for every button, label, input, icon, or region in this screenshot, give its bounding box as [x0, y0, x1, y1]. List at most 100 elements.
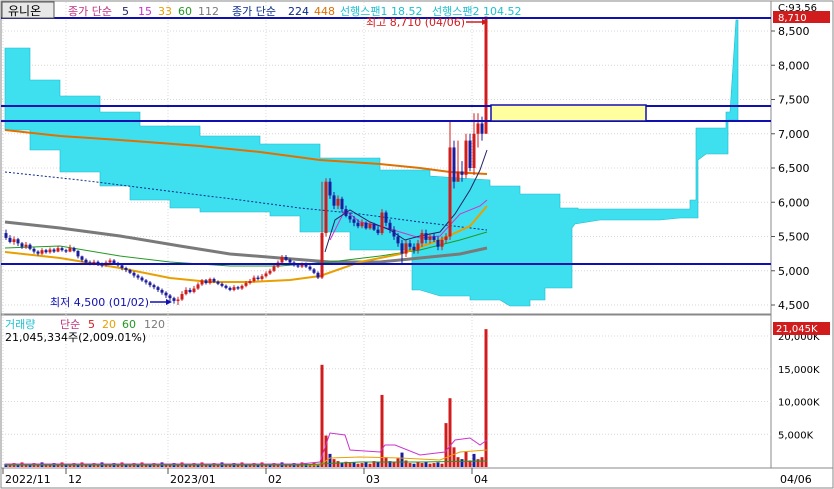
volume-bar[interactable] [484, 329, 488, 467]
volume-bar[interactable] [424, 461, 428, 467]
candle-up[interactable] [428, 236, 432, 240]
volume-bar[interactable] [460, 459, 464, 467]
candle-up[interactable] [368, 224, 372, 229]
volume-bar[interactable] [380, 394, 384, 467]
candle-down[interactable] [164, 292, 168, 296]
candle-up[interactable] [240, 285, 244, 289]
candle-down[interactable] [480, 123, 484, 134]
candle-down[interactable] [156, 287, 160, 290]
candle-up[interactable] [404, 243, 408, 254]
volume-bar[interactable] [452, 447, 456, 467]
candle-down[interactable] [128, 270, 132, 273]
candle-down[interactable] [36, 251, 40, 254]
candle-down[interactable] [172, 298, 176, 301]
candle-down[interactable] [136, 275, 140, 278]
volume-bar[interactable] [416, 462, 420, 467]
candle-down[interactable] [144, 280, 148, 283]
volume-bar[interactable] [396, 458, 400, 467]
candle-down[interactable] [188, 289, 192, 292]
candle-down[interactable] [8, 237, 12, 242]
candle-up[interactable] [484, 16, 488, 134]
candle-down[interactable] [204, 280, 208, 284]
candle-up[interactable] [244, 283, 248, 286]
candle-down[interactable] [4, 233, 8, 238]
candle-up[interactable] [380, 212, 384, 234]
highlight-box[interactable] [490, 104, 647, 122]
candle-down[interactable] [212, 278, 216, 282]
candle-up[interactable] [12, 239, 16, 242]
candle-down[interactable] [296, 265, 300, 267]
candle-up[interactable] [360, 222, 364, 227]
candle-up[interactable] [176, 299, 180, 301]
candle-down[interactable] [328, 181, 332, 196]
candle-down[interactable] [468, 140, 472, 168]
volume-bar[interactable] [368, 463, 372, 467]
candle-up[interactable] [208, 278, 212, 284]
candle-up[interactable] [180, 294, 184, 300]
candle-down[interactable] [216, 281, 220, 284]
candle-up[interactable] [264, 273, 268, 277]
volume-bar[interactable] [456, 457, 460, 467]
candle-up[interactable] [324, 181, 328, 234]
candle-down[interactable] [168, 295, 172, 299]
candle-down[interactable] [400, 243, 404, 254]
candle-down[interactable] [160, 289, 164, 293]
candle-down[interactable] [424, 233, 428, 240]
candle-down[interactable] [20, 243, 24, 247]
volume-bar[interactable] [412, 463, 416, 467]
candle-up[interactable] [108, 260, 112, 263]
candle-up[interactable] [456, 171, 460, 182]
volume-bar[interactable] [408, 463, 412, 467]
candle-down[interactable] [132, 272, 136, 276]
candle-down[interactable] [228, 287, 232, 290]
volume-bar[interactable] [352, 462, 356, 467]
volume-bar[interactable] [444, 423, 448, 467]
candle-up[interactable] [252, 277, 256, 282]
volume-bar[interactable] [364, 462, 368, 467]
candle-down[interactable] [220, 283, 224, 286]
candle-down[interactable] [112, 260, 116, 264]
candle-down[interactable] [52, 249, 56, 252]
candle-down[interactable] [340, 198, 344, 210]
candle-down[interactable] [452, 147, 456, 182]
candle-down[interactable] [80, 256, 84, 260]
candle-up[interactable] [192, 288, 196, 292]
candle-down[interactable] [332, 195, 336, 206]
candle-down[interactable] [432, 236, 436, 240]
candle-down[interactable] [84, 259, 88, 263]
candle-up[interactable] [268, 270, 272, 274]
volume-bar[interactable] [360, 463, 364, 467]
volume-bar[interactable] [440, 463, 444, 467]
volume-bar[interactable] [436, 462, 440, 467]
candle-up[interactable] [68, 248, 72, 252]
candle-down[interactable] [44, 250, 48, 253]
candle-down[interactable] [60, 248, 64, 251]
candle-up[interactable] [40, 250, 44, 254]
candle-up[interactable] [420, 233, 424, 244]
candle-down[interactable] [436, 239, 440, 247]
candle-down[interactable] [356, 222, 360, 227]
candle-down[interactable] [120, 265, 124, 269]
candle-down[interactable] [256, 277, 260, 279]
candle-down[interactable] [32, 248, 36, 252]
volume-bar[interactable] [480, 457, 484, 467]
candle-down[interactable] [76, 250, 80, 257]
candle-down[interactable] [392, 229, 396, 237]
candle-down[interactable] [312, 269, 316, 273]
candle-down[interactable] [148, 282, 152, 286]
candle-up[interactable] [448, 147, 452, 237]
candle-up[interactable] [48, 249, 52, 253]
volume-bar[interactable] [432, 463, 436, 467]
candle-down[interactable] [344, 209, 348, 216]
candle-up[interactable] [444, 236, 448, 240]
volume-bar[interactable] [348, 463, 352, 467]
candle-up[interactable] [472, 133, 476, 168]
candle-down[interactable] [408, 243, 412, 247]
candle-up[interactable] [260, 276, 264, 279]
volume-bar[interactable] [472, 453, 476, 467]
stock-chart[interactable]: 유니온 종가 단순 5 15 33 60 112 종가 단순 224 448 선… [0, 0, 834, 489]
candle-down[interactable] [348, 215, 352, 220]
volume-bar[interactable] [376, 462, 380, 467]
volume-bar[interactable] [400, 452, 404, 467]
candle-down[interactable] [236, 287, 240, 289]
